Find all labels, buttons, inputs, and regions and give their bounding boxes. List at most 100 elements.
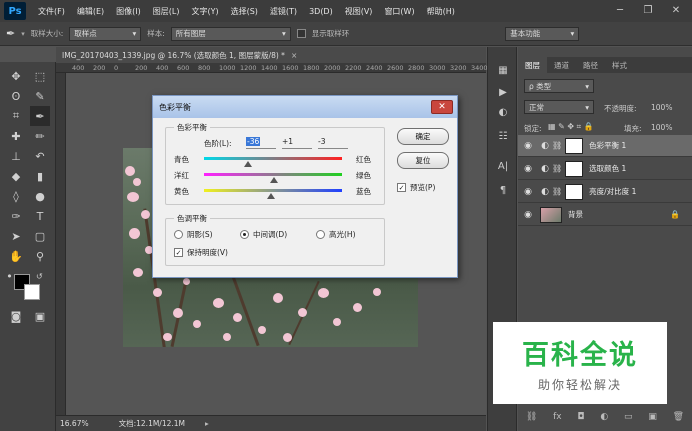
level-input-3[interactable]: -3: [318, 137, 348, 149]
layer-selective-color[interactable]: ◉ ◐ ⛓ 选取颜色 1: [518, 158, 692, 180]
new-layer-icon[interactable]: ▣: [648, 412, 657, 422]
cyan-red-slider-handle[interactable]: [244, 161, 253, 167]
radio-shadows[interactable]: 阴影(S): [174, 229, 213, 240]
menu-type[interactable]: 文字(Y): [185, 6, 224, 17]
visibility-eye-icon[interactable]: ◉: [518, 187, 538, 197]
hand-tool-icon[interactable]: ✋: [6, 246, 26, 266]
tab-styles[interactable]: 样式: [605, 57, 634, 73]
menu-filter[interactable]: 滤镜(T): [264, 6, 303, 17]
radio-shadows-button[interactable]: [174, 230, 183, 239]
tab-close-icon[interactable]: ×: [291, 51, 297, 60]
menu-layer[interactable]: 图层(L): [147, 6, 186, 17]
minimize-button[interactable]: ─: [610, 2, 630, 18]
menu-edit[interactable]: 编辑(E): [71, 6, 110, 17]
tab-layers[interactable]: 图层: [518, 57, 547, 73]
level-input-2[interactable]: +1: [282, 137, 312, 149]
layer-mask-thumbnail[interactable]: [565, 183, 584, 200]
properties-panel-icon[interactable]: ☷: [493, 127, 513, 145]
level-input-1[interactable]: -36: [246, 137, 276, 149]
blur-tool-icon[interactable]: ◊: [6, 186, 26, 206]
radio-midtones-button[interactable]: [240, 230, 249, 239]
move-tool-icon[interactable]: ✥: [6, 66, 26, 86]
screen-mode-icon[interactable]: ▣: [30, 306, 50, 326]
dialog-close-button[interactable]: ✕: [431, 100, 453, 114]
add-mask-icon[interactable]: ◘: [577, 412, 584, 422]
tab-paths[interactable]: 路径: [576, 57, 605, 73]
radio-highlights[interactable]: 高光(H): [316, 229, 356, 240]
chain-link-icon[interactable]: ⛓: [552, 164, 562, 173]
blend-mode-select[interactable]: 正常 ▾: [524, 100, 594, 114]
marquee-tool-icon[interactable]: ⬚: [30, 66, 50, 86]
preview-checkbox[interactable]: ✓: [397, 183, 406, 192]
dialog-title-bar[interactable]: 色彩平衡 ✕: [153, 96, 457, 118]
crop-tool-icon[interactable]: ⌗: [6, 106, 26, 126]
menu-view[interactable]: 视图(V): [339, 6, 379, 17]
menu-file[interactable]: 文件(F): [32, 6, 71, 17]
lock-icons[interactable]: ▦ ✎ ✥ ⌗ 🔒: [548, 122, 594, 132]
zoom-level[interactable]: 16.67%: [60, 419, 89, 428]
clone-stamp-tool-icon[interactable]: ⊥: [6, 146, 26, 166]
layer-mask-thumbnail[interactable]: [565, 160, 584, 177]
quick-mask-icon[interactable]: ◙: [6, 306, 26, 326]
eyedropper-icon[interactable]: ✒: [6, 27, 15, 40]
type-tool-icon[interactable]: T: [30, 206, 50, 226]
fx-icon[interactable]: fx: [553, 412, 562, 422]
adjust-panel-icon[interactable]: ◐: [493, 103, 513, 121]
ok-button[interactable]: 确定: [397, 128, 449, 145]
quick-select-tool-icon[interactable]: ✎: [30, 86, 50, 106]
dodge-tool-icon[interactable]: ●: [30, 186, 50, 206]
path-selection-tool-icon[interactable]: ➤: [6, 226, 26, 246]
background-color-swatch[interactable]: [24, 284, 40, 300]
paragraph-panel-icon[interactable]: ¶: [493, 181, 513, 199]
actions-play-icon[interactable]: ▶: [493, 83, 513, 101]
magenta-green-slider-handle[interactable]: [269, 177, 278, 183]
window-close-button[interactable]: ✕: [666, 2, 686, 18]
shape-tool-icon[interactable]: ▢: [30, 226, 50, 246]
menu-3d[interactable]: 3D(D): [303, 7, 339, 16]
history-brush-tool-icon[interactable]: ↶: [30, 146, 50, 166]
zoom-tool-icon[interactable]: ⚲: [30, 246, 50, 266]
new-adjustment-icon[interactable]: ◐: [600, 412, 608, 422]
lasso-tool-icon[interactable]: ʘ: [6, 86, 26, 106]
menu-image[interactable]: 图像(I): [110, 6, 147, 17]
show-ring-checkbox[interactable]: [296, 29, 306, 38]
visibility-eye-icon[interactable]: ◉: [518, 164, 538, 174]
background-thumbnail[interactable]: [540, 206, 562, 223]
yellow-blue-slider-handle[interactable]: [266, 193, 275, 199]
sample-size-select[interactable]: 取样点 ▾: [69, 26, 142, 41]
visibility-eye-icon[interactable]: ◉: [518, 210, 538, 220]
new-group-icon[interactable]: ▭: [624, 412, 633, 422]
cyan-red-track[interactable]: [204, 157, 342, 160]
magenta-green-track[interactable]: [204, 173, 342, 176]
chain-link-icon[interactable]: ⛓: [552, 187, 562, 196]
trash-icon[interactable]: 🗑: [673, 412, 684, 422]
layer-mask-thumbnail[interactable]: [565, 137, 584, 154]
layer-filter-select[interactable]: ρ 类型 ▾: [524, 79, 594, 93]
tool-preset-dropdown-icon[interactable]: ▾: [21, 30, 25, 38]
eyedropper-tool-icon[interactable]: ✒: [30, 106, 50, 126]
preserve-luminosity-checkbox[interactable]: ✓: [174, 248, 183, 257]
preserve-luminosity[interactable]: ✓ 保持明度(V): [174, 247, 228, 258]
swap-colors-icon[interactable]: ↺: [36, 272, 43, 281]
preview-option[interactable]: ✓ 预览(P): [397, 182, 435, 193]
document-info[interactable]: 文档:12.1M/12.1M: [119, 418, 185, 429]
sample-select[interactable]: 所有图层 ▾: [170, 26, 291, 41]
chain-link-icon[interactable]: ⛓: [552, 141, 562, 150]
restore-button[interactable]: ❐: [638, 2, 658, 18]
brush-tool-icon[interactable]: ✏: [30, 126, 50, 146]
opacity-value[interactable]: 100%: [651, 103, 672, 112]
character-panel-icon[interactable]: A|: [493, 157, 513, 175]
reset-button[interactable]: 复位: [397, 152, 449, 169]
history-panel-icon[interactable]: ▦: [493, 61, 513, 79]
healing-brush-tool-icon[interactable]: ✚: [6, 126, 26, 146]
visibility-eye-icon[interactable]: ◉: [518, 141, 538, 151]
yellow-blue-track[interactable]: [204, 189, 342, 192]
radio-midtones[interactable]: 中间调(D): [240, 229, 287, 240]
menu-help[interactable]: 帮助(H): [421, 6, 461, 17]
menu-window[interactable]: 窗口(W): [378, 6, 420, 17]
layer-background[interactable]: ◉ 背景 🔒: [518, 204, 692, 226]
radio-highlights-button[interactable]: [316, 230, 325, 239]
pen-tool-icon[interactable]: ✑: [6, 206, 26, 226]
workspace-select[interactable]: 基本功能 ▾: [505, 26, 580, 41]
menu-select[interactable]: 选择(S): [225, 6, 264, 17]
